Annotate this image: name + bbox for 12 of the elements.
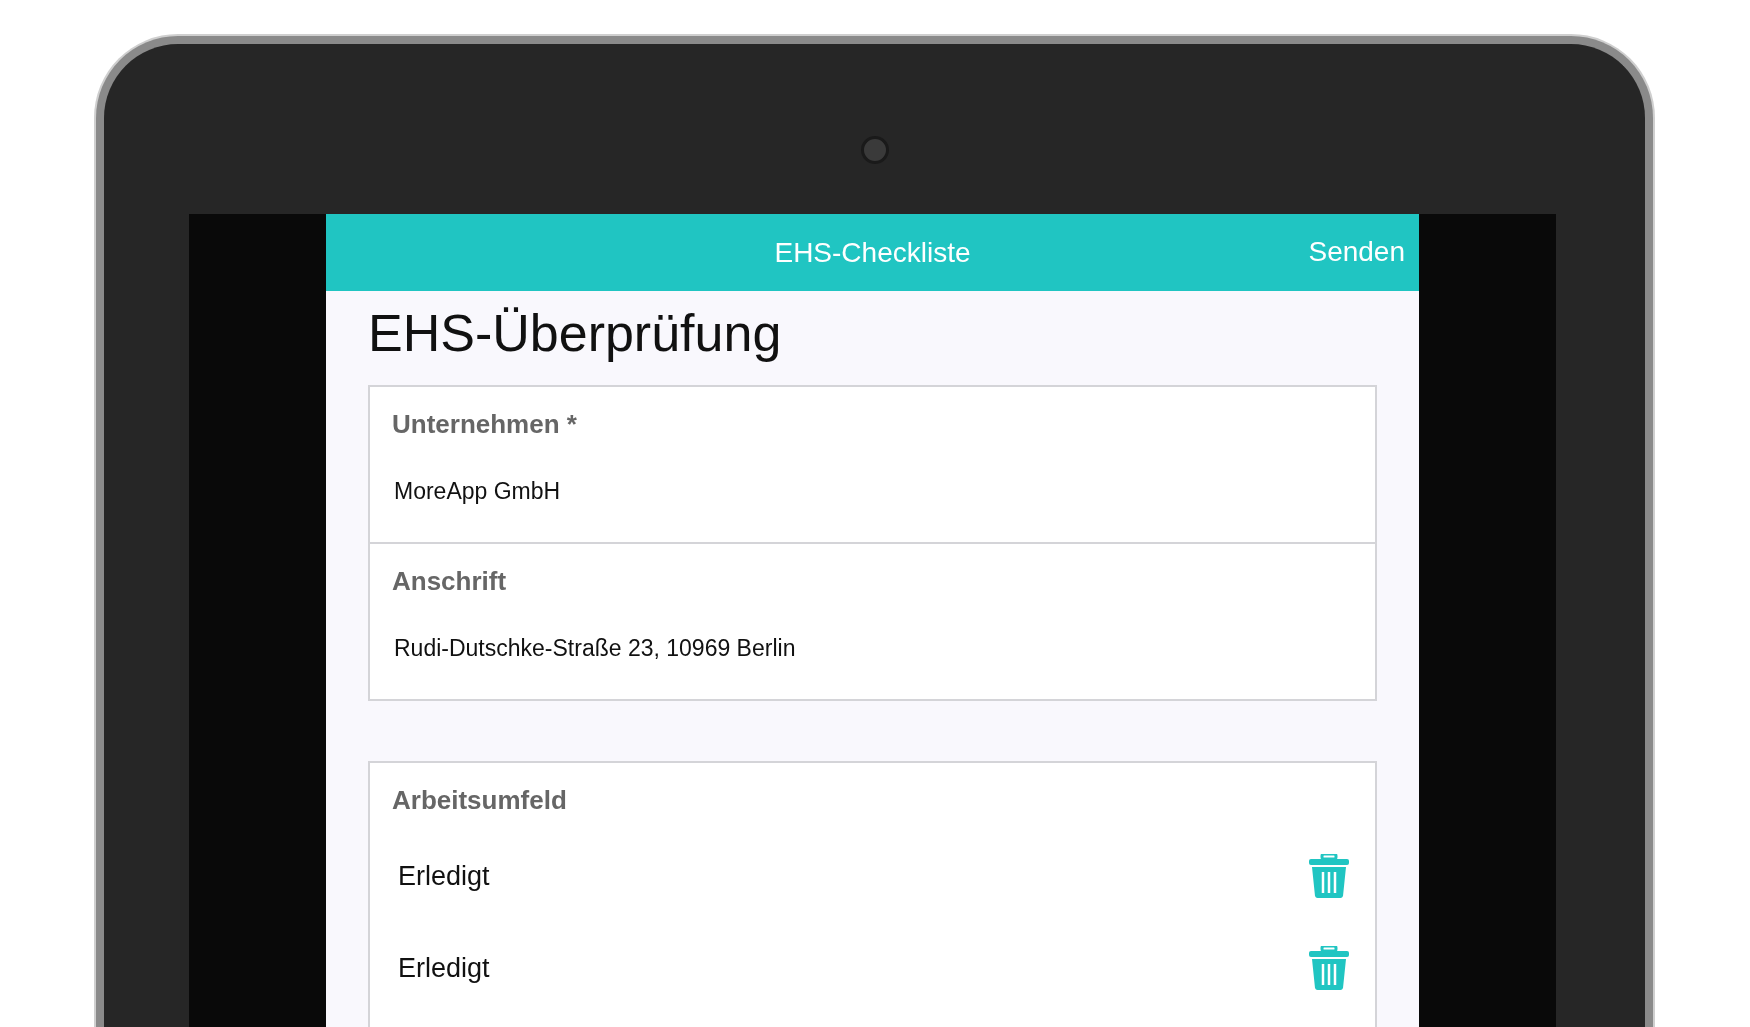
trash-icon[interactable] bbox=[1309, 946, 1349, 990]
page-title: EHS-Überprüfung bbox=[368, 303, 783, 363]
field-value[interactable]: Rudi-Dutschke-Straße 23, 10969 Berlin bbox=[394, 635, 796, 662]
field-label: Anschrift bbox=[392, 566, 507, 597]
field-value[interactable]: MoreApp GmbH bbox=[394, 478, 561, 505]
field-label: Unternehmen * bbox=[392, 409, 577, 440]
section-label: Arbeitsumfeld bbox=[392, 785, 567, 816]
trash-icon[interactable] bbox=[1309, 854, 1349, 898]
item-text: Erledigt bbox=[398, 952, 490, 984]
header-title: EHS-Checkliste bbox=[774, 236, 971, 269]
camera-icon bbox=[860, 136, 889, 164]
item-text: Erledigt bbox=[398, 860, 490, 892]
